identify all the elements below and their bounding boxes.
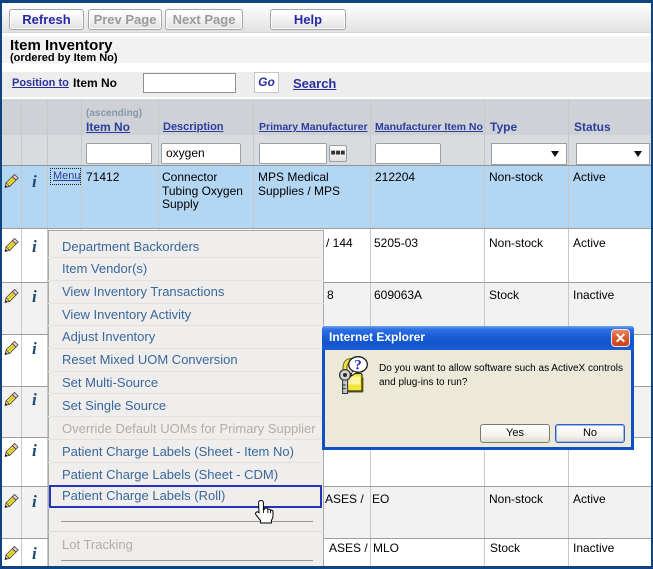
- svg-text:?: ?: [354, 358, 362, 374]
